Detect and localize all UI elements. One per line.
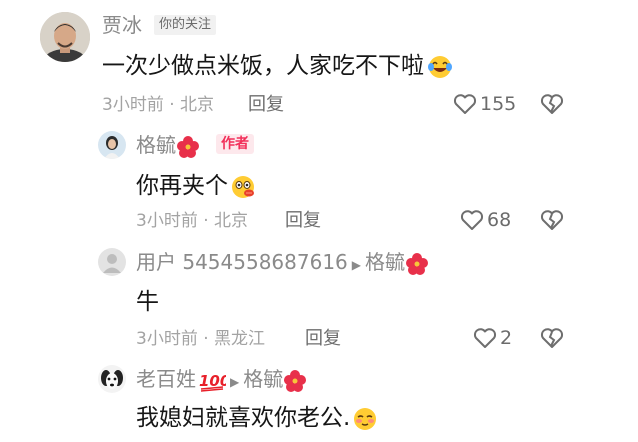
comment-username[interactable]: 贾冰 [102,13,142,37]
reply-button[interactable]: 回复 [305,329,341,349]
reply-arrow-icon: ▶ [351,258,362,272]
dislike-button[interactable] [539,325,565,351]
default-user-avatar [98,248,126,276]
following-tag: 你的关注 [154,15,217,35]
comment-time-location: 3小时前 · 北京 [136,211,249,231]
broken-heart-icon [540,328,564,348]
like-button[interactable]: 2 [472,324,518,352]
avatar-user[interactable] [98,248,126,276]
woman-photo-avatar [98,131,126,159]
reply-to-username[interactable]: 格毓 [243,367,283,391]
author-tag: 作者 [216,134,254,154]
hundred-points-emoji: 100 [198,370,226,392]
avatar-jia-bing[interactable] [40,12,90,62]
dislike-button[interactable] [539,91,565,117]
like-count: 68 [487,209,512,231]
comment-text-content: 你再夹个 [136,173,228,199]
comment-time-location: 3小时前 · 北京 [102,95,215,115]
like-button[interactable]: 68 [459,206,519,234]
heart-icon [460,210,484,230]
reply-to-username[interactable]: 格毓 [365,250,405,274]
comment-text: 我媳妇就喜欢你老公. [136,404,378,432]
comment-username[interactable]: 用户 5454558687616 ▶ 格毓 [136,250,429,277]
dog-photo-avatar [98,365,126,393]
reply-arrow-icon: ▶ [230,375,240,389]
heart-icon [473,328,497,348]
shy-face-emoji [352,406,378,432]
comment-text: 一次少做点米饭，人家吃不下啦 [102,52,453,80]
dislike-button[interactable] [539,207,565,233]
hibiscus-emoji [283,369,307,393]
man-photo-avatar [40,12,90,62]
like-button[interactable]: 155 [452,90,522,118]
comment-text: 牛 [136,289,159,315]
comment-text-content: 一次少做点米饭，人家吃不下啦 [102,53,424,79]
comment-username-text: 用户 5454558687616 [136,250,348,274]
comment-time-location: 3小时前 · 黑龙江 [136,329,266,349]
comment-username-text: 格毓 [136,133,176,157]
drooling-emoji [230,174,256,200]
comment-username-text: 老百姓 [136,367,196,391]
like-count: 155 [480,93,517,115]
laughing-crying-emoji [427,54,453,80]
like-count: 2 [500,327,513,349]
reply-button[interactable]: 回复 [285,211,321,231]
comment-text-content: 我媳妇就喜欢你老公. [136,405,351,431]
hibiscus-emoji [405,252,429,276]
comment-username[interactable]: 老百姓 100 ▶格毓 [136,367,307,394]
avatar-lao-bai-xing[interactable] [98,365,126,393]
avatar-ge-yu[interactable] [98,131,126,159]
heart-icon [453,94,477,114]
hibiscus-emoji [176,135,200,159]
broken-heart-icon [540,94,564,114]
broken-heart-icon [540,210,564,230]
reply-button[interactable]: 回复 [248,95,284,115]
comment-username[interactable]: 格毓 [136,133,200,159]
comment-text: 你再夹个 [136,172,256,200]
